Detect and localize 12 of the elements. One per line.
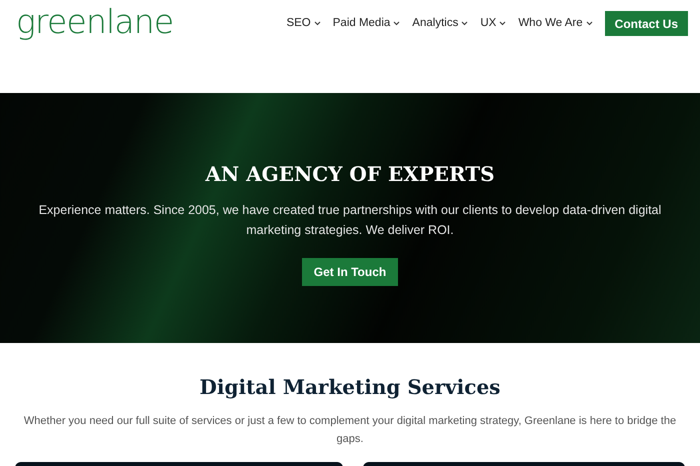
hero-text: Experience matters. Since 2005, we have created true partnerships with our clients to develop data-driven digital marketing strategies. We deliver ROI.: [38, 202, 662, 239]
nav-link[interactable]: Paid Media: [332, 14, 400, 32]
section-text: Whether you need our full suite of services or just a few to complement your digital marketing strategy, Greenlane is here to bridge the gaps.: [22, 414, 678, 447]
nav-link[interactable]: UX: [480, 14, 506, 32]
nav-link[interactable]: Who We Are: [518, 14, 593, 32]
get-in-touch-button[interactable]: Get In Touch: [302, 258, 398, 286]
hero-title: AN AGENCY OF EXPERTS: [205, 161, 495, 188]
section-title: Digital Marketing Services: [200, 374, 500, 401]
logo[interactable]: greenlane: [16, 5, 174, 38]
contact-button[interactable]: Contact Us: [604, 11, 688, 36]
nav-link[interactable]: SEO: [286, 14, 321, 32]
nav-link[interactable]: Analytics: [412, 14, 468, 32]
